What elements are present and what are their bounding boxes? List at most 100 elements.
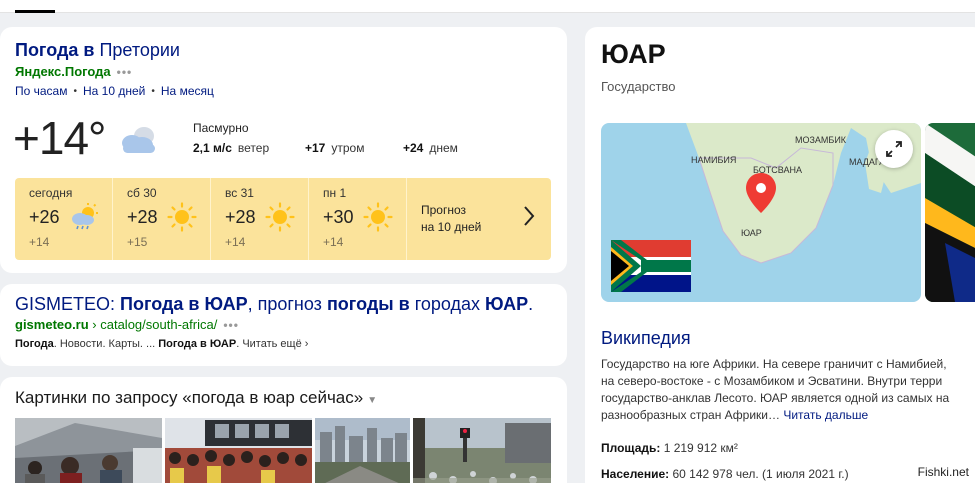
top-tab-bar [0, 0, 975, 13]
weather-condition: Пасмурно [193, 121, 249, 135]
weather-source-label: Яндекс.Погода [15, 64, 111, 79]
day-name: сегодня [29, 186, 73, 200]
title-part: , прогноз [247, 294, 327, 314]
weather-card: Погода в Претории Яндекс.Погода ••• По ча… [0, 27, 567, 273]
chevron-right-icon [524, 206, 535, 226]
image-thumbnails [15, 418, 551, 483]
day-max-temp: +28 [127, 207, 158, 227]
images-block: Картинки по запросу «погода в юар сейчас… [0, 377, 567, 483]
day-forecast[interactable]: пн 1 +30 +14 [309, 178, 407, 260]
search-result-gismeteo: GISMETEO: Погода в ЮАР, прогноз погоды в… [0, 284, 567, 366]
forecast-line1: Прогноз [421, 203, 467, 217]
forecast-10days-label: Прогноз на 10 дней [421, 202, 481, 236]
watermark: Fishki.net [915, 465, 971, 479]
entity-subtitle: Государство [601, 79, 676, 94]
day-max-temp: +30 [323, 207, 354, 227]
weather-stats: 2,1 м/с ветер +17 утром +24 днем [193, 141, 458, 155]
title-part: GISMETEO: [15, 294, 121, 314]
weather-source[interactable]: Яндекс.Погода ••• [15, 64, 132, 79]
sun-cloud-rain-icon [72, 203, 98, 230]
sun-icon [167, 202, 197, 232]
image-thumbnail[interactable] [413, 418, 551, 483]
images-title-text: Картинки по запросу «погода в юар сейчас… [15, 388, 364, 407]
day-name: сб 30 [127, 186, 157, 200]
day-forecast[interactable]: сегодня +26 +14 [15, 178, 113, 260]
image-thumbnail[interactable] [315, 418, 410, 483]
wind-value: 2,1 м/с [193, 141, 232, 155]
weather-nav: По часам • На 10 дней • На месяц [15, 84, 214, 98]
wind-label: ветер [237, 141, 270, 155]
weather-title[interactable]: Погода в Претории [15, 40, 180, 61]
fact-label: Площадь: [601, 441, 661, 455]
current-temperature: +14° [13, 112, 106, 164]
daytime-stat: +24 днем [403, 141, 458, 155]
title-part-bold: погоды в [326, 294, 410, 314]
weather-title-city: Претории [94, 40, 180, 60]
description-line: Государство на юге Африки. На севере гра… [601, 357, 947, 371]
flag-photo[interactable] [925, 123, 975, 302]
fact-value: 1 219 912 км² [660, 441, 738, 455]
image-thumbnail[interactable] [15, 418, 162, 483]
result-domain: gismeteo.ru [15, 317, 89, 332]
read-more-link[interactable]: Читать дальше [783, 408, 868, 422]
daily-forecast-strip: сегодня +26 +14 сб 30 +28 +15 вс 31 +28 … [15, 178, 551, 260]
sun-icon [265, 202, 295, 232]
day-forecast[interactable]: вс 31 +28 +14 [211, 178, 309, 260]
day-name: вс 31 [225, 186, 254, 200]
fact-area: Площадь: 1 219 912 км² [601, 441, 738, 455]
day-max-temp: +28 [225, 207, 256, 227]
daytime-label: днем [429, 141, 458, 155]
day-max-temp: +26 [29, 207, 60, 227]
day-min-temp: +14 [323, 235, 344, 249]
daytime-value: +24 [403, 141, 424, 155]
description-line: государство-анклав Лесото. ЮАР является … [601, 391, 950, 405]
more-options-icon[interactable]: ••• [223, 318, 239, 332]
weather-title-bold: Погода в [15, 40, 95, 60]
fact-population: Население: 60 142 978 чел. (1 июля 2021 … [601, 467, 849, 481]
flag-icon [611, 240, 691, 292]
forecast-10days-button[interactable]: Прогноз на 10 дней [407, 178, 551, 260]
caret-down-icon[interactable]: ▼ [367, 395, 377, 406]
title-part: . [528, 294, 534, 314]
cloud-icon [122, 127, 155, 153]
description-line: разнообразных стран Африки… Читать дальш… [601, 407, 975, 424]
forecast-line2: на 10 дней [421, 220, 482, 234]
nav-separator: • [151, 85, 155, 97]
more-options-icon[interactable]: ••• [117, 65, 133, 79]
map-label-namibia: НАМИБИЯ [691, 155, 736, 165]
day-min-temp: +14 [225, 235, 246, 249]
read-more-link[interactable]: . Читать ещё › [236, 338, 308, 350]
snippet-bold: Погода в ЮАР [158, 338, 237, 350]
wikipedia-link[interactable]: Википедия [601, 328, 691, 349]
snippet-text: . Новости. Карты. ... [53, 338, 159, 350]
fact-value: 60 142 978 чел. (1 июля 2021 г.) [669, 467, 849, 481]
nav-month-link[interactable]: На месяц [161, 84, 214, 98]
map-label-mozambique: МОЗАМБИК [795, 135, 847, 145]
title-part-bold: Погода в ЮАР [120, 294, 248, 314]
nav-hourly-link[interactable]: По часам [15, 84, 67, 98]
title-part: городах [409, 294, 486, 314]
entity-description: Государство на юге Африки. На севере гра… [601, 356, 975, 424]
day-name: пн 1 [323, 186, 347, 200]
title-part-bold: ЮАР [485, 294, 529, 314]
day-forecast[interactable]: сб 30 +28 +15 [113, 178, 211, 260]
fact-label: Население: [601, 467, 670, 481]
result-url[interactable]: gismeteo.ru › catalog/south-africa/ ••• [15, 317, 239, 332]
country-map[interactable]: НАМИБИЯ БОТСВАНА МОЗАМБИК МАДАГАС ЮАР [601, 123, 921, 302]
images-title[interactable]: Картинки по запросу «погода в юар сейчас… [15, 388, 377, 408]
result-title-link[interactable]: GISMETEO: Погода в ЮАР, прогноз погоды в… [15, 294, 533, 315]
morning-value: +17 [305, 141, 326, 155]
nav-10days-link[interactable]: На 10 дней [83, 84, 145, 98]
expand-map-button[interactable] [875, 130, 913, 168]
day-min-temp: +15 [127, 235, 148, 249]
sun-icon [363, 202, 393, 232]
wind-stat: 2,1 м/с ветер [193, 141, 305, 155]
active-tab-indicator [15, 10, 55, 13]
image-thumbnail[interactable] [165, 418, 312, 483]
result-snippet: Погода. Новости. Карты. ... Погода в ЮАР… [15, 338, 308, 350]
entity-title: ЮАР [601, 39, 666, 69]
snippet-bold: Погода [15, 338, 54, 350]
map-label-sa: ЮАР [741, 228, 762, 238]
day-min-temp: +14 [29, 235, 50, 249]
knowledge-panel: ЮАР Государство НАМИБИЯ БОТСВАНА МОЗАМБИ… [585, 27, 975, 483]
